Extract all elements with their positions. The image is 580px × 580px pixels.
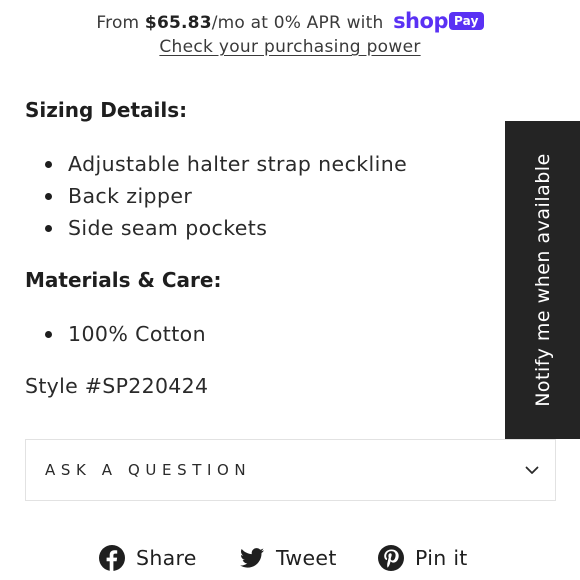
sizing-details-list: Adjustable halter strap neckline Back zi…: [45, 148, 407, 244]
chevron-down-icon: [525, 466, 539, 474]
share-facebook-label: Share: [136, 546, 197, 570]
installments-amount: $65.83: [144, 13, 212, 33]
notify-me-label: Notify me when available: [531, 153, 554, 407]
bullet-dot: [45, 161, 52, 168]
share-pinterest-label: Pin it: [415, 546, 468, 570]
list-item-text: Side seam pockets: [68, 216, 268, 240]
facebook-icon: [99, 545, 125, 571]
bullet-dot: [45, 225, 52, 232]
ask-question-label: ASK A QUESTION: [45, 461, 252, 479]
notify-me-tab[interactable]: Notify me when available: [505, 121, 580, 439]
purchasing-power-link[interactable]: Check your purchasing power: [0, 37, 580, 57]
share-facebook-button[interactable]: Share: [98, 544, 197, 572]
twitter-icon: [240, 548, 264, 568]
bullet-dot: [45, 193, 52, 200]
list-item-text: 100% Cotton: [68, 322, 206, 346]
materials-care-heading: Materials & Care:: [25, 268, 222, 292]
installments-text: From $65.83/mo at 0% APR with shop Pay: [0, 9, 580, 35]
materials-care-list: 100% Cotton: [45, 318, 206, 350]
share-pinterest-button[interactable]: Pin it: [377, 544, 468, 572]
shop-pay-logo-shop: shop: [393, 9, 448, 33]
sizing-details-heading: Sizing Details:: [25, 98, 188, 122]
style-number: Style #SP220424: [25, 374, 209, 398]
share-twitter-button[interactable]: Tweet: [238, 544, 337, 572]
social-share-row: Share Tweet Pin it: [0, 544, 580, 580]
installments-prefix: From: [96, 13, 145, 33]
list-item: 100% Cotton: [45, 318, 206, 350]
bullet-dot: [45, 331, 52, 338]
list-item: Adjustable halter strap neckline: [45, 148, 407, 180]
share-twitter-label: Tweet: [276, 546, 337, 570]
list-item: Back zipper: [45, 180, 407, 212]
list-item-text: Back zipper: [68, 184, 193, 208]
list-item: Side seam pockets: [45, 212, 407, 244]
ask-question-accordion[interactable]: ASK A QUESTION: [25, 439, 556, 501]
list-item-text: Adjustable halter strap neckline: [68, 152, 408, 176]
installments-suffix: /mo at 0% APR with: [211, 13, 384, 33]
pinterest-icon: [378, 545, 404, 571]
shop-pay-logo-pay: Pay: [448, 12, 484, 30]
shop-pay-logo[interactable]: shop Pay: [393, 9, 484, 33]
